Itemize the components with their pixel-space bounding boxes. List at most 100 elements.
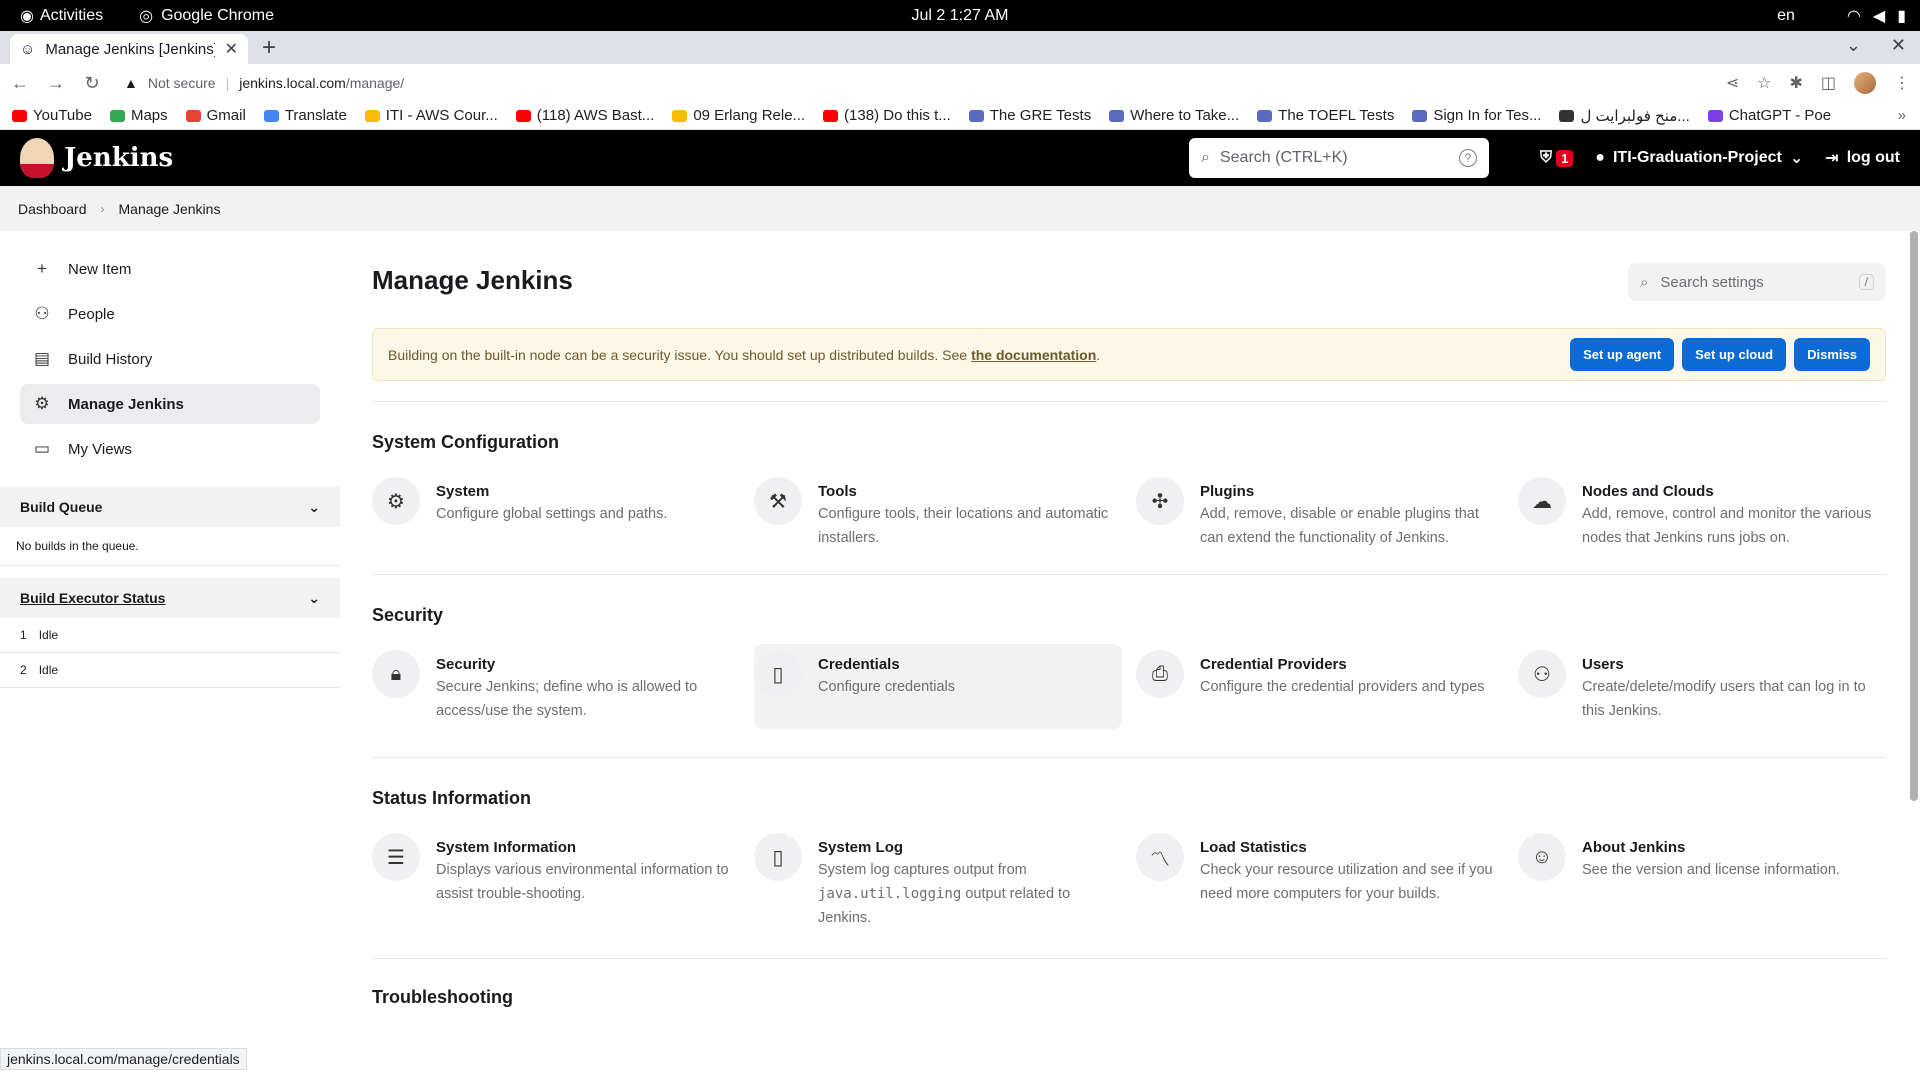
share-icon[interactable]: ⋖ xyxy=(1726,73,1739,93)
set-up-cloud-button[interactable]: Set up cloud xyxy=(1682,338,1787,371)
jenkins-butler-icon xyxy=(20,138,54,178)
breadcrumb-dashboard[interactable]: Dashboard xyxy=(18,201,87,217)
jenkins-logo[interactable]: Jenkins xyxy=(20,138,173,178)
alert-text: Building on the built-in node can be a s… xyxy=(388,346,968,363)
chevron-down-icon[interactable]: ⌄ xyxy=(308,590,320,607)
tab-search-icon[interactable]: ⌄ xyxy=(1846,35,1861,56)
bookmark-item[interactable]: Where to Take... xyxy=(1109,107,1239,124)
breadcrumb-manage-jenkins[interactable]: Manage Jenkins xyxy=(119,201,221,217)
card-credentials[interactable]: ▯ Credentials Configure credentials xyxy=(754,644,1122,729)
bookmark-favicon-icon xyxy=(515,109,531,122)
gnome-top-bar: ◉ Activities ◎ Google Chrome Jul 2 1:27 … xyxy=(0,0,1920,31)
bookmark-item[interactable]: ITI - AWS Cour... xyxy=(364,107,498,124)
card-credential-providers[interactable]: ⎙ Credential Providers Configure the cred… xyxy=(1136,644,1504,729)
volume-icon[interactable]: ◀ xyxy=(1873,6,1885,26)
sidebar-item-manage-jenkins[interactable]: ⚙ Manage Jenkins xyxy=(20,384,320,424)
bookmark-item[interactable]: Maps xyxy=(109,107,168,124)
card-users[interactable]: ⚇ Users Create/delete/modify users that c… xyxy=(1518,644,1886,729)
build-queue-empty: No builds in the queue. xyxy=(16,539,139,553)
documentation-link[interactable]: the documentation xyxy=(971,347,1096,363)
new-tab-button[interactable]: + xyxy=(262,34,276,62)
card-system-log[interactable]: ▯ System Log System log captures output … xyxy=(754,827,1122,936)
close-tab-icon[interactable]: ✕ xyxy=(225,39,238,59)
divider xyxy=(372,958,1886,959)
bookmark-item[interactable]: Translate xyxy=(263,107,347,124)
shortcut-key: / xyxy=(1858,274,1874,290)
card-load-statistics[interactable]: 〽 Load Statistics Check your resource uti… xyxy=(1136,827,1504,936)
system-configuration-grid: ⚙ System Configure global settings and pa… xyxy=(372,471,1886,556)
breadcrumb: Dashboard › Manage Jenkins xyxy=(0,186,1920,231)
settings-search-input[interactable]: ⌕ Search settings / xyxy=(1628,263,1886,301)
chrome-icon: ◎ xyxy=(139,7,154,25)
people-icon: ⚇ xyxy=(34,304,50,323)
jenkins-search-input[interactable]: ⌕ Search (CTRL+K) ? xyxy=(1189,138,1489,178)
separator: | xyxy=(225,75,230,91)
user-menu-button[interactable]: ● ITI-Graduation-Project ⌄ xyxy=(1595,148,1803,168)
card-system-information[interactable]: ☰ System Information Displays various env… xyxy=(372,827,740,936)
logout-button[interactable]: ⇥ log out xyxy=(1825,148,1900,168)
back-icon[interactable]: ← xyxy=(10,73,30,94)
extensions-icon[interactable]: ✱ xyxy=(1789,73,1802,93)
help-icon[interactable]: ? xyxy=(1459,149,1477,167)
chevron-down-icon[interactable]: ⌄ xyxy=(308,499,320,516)
card-plugins[interactable]: ✣ Plugins Add, remove, disable or enable … xyxy=(1136,471,1504,556)
bookmark-item[interactable]: Sign In for Tes... xyxy=(1412,107,1541,124)
card-security[interactable]: 🔒︎ Security Secure Jenkins; define who is… xyxy=(372,644,740,729)
chevron-down-icon: ⌄ xyxy=(1789,150,1804,167)
card-about-jenkins[interactable]: ☺ About Jenkins See the version and licen… xyxy=(1518,827,1886,936)
card-system[interactable]: ⚙ System Configure global settings and pa… xyxy=(372,471,740,556)
reload-icon[interactable]: ↻ xyxy=(82,73,102,94)
divider xyxy=(372,574,1886,575)
build-queue-header[interactable]: Build Queue ⌄ xyxy=(0,487,340,527)
executor-header[interactable]: Build Executor Status ⌄ xyxy=(0,578,340,618)
forward-icon[interactable]: → xyxy=(46,73,66,94)
security-grid: 🔒︎ Security Secure Jenkins; define who is… xyxy=(372,644,1886,729)
menu-kebab-icon[interactable]: ⋮ xyxy=(1894,73,1910,93)
clock[interactable]: Jul 2 1:27 AM xyxy=(912,7,1009,25)
bookmark-item[interactable]: (138) Do this t... xyxy=(823,107,951,124)
trend-icon: 〽 xyxy=(1136,833,1184,881)
page-scrollbar[interactable] xyxy=(1910,231,1918,801)
language-indicator[interactable]: en xyxy=(1777,7,1795,25)
dismiss-button[interactable]: Dismiss xyxy=(1794,338,1870,371)
wifi-icon[interactable]: ◠ xyxy=(1847,6,1861,26)
bookmark-favicon-icon xyxy=(263,109,279,122)
executor-row: 1 Idle xyxy=(0,618,340,653)
bookmark-item[interactable]: YouTube xyxy=(12,107,92,124)
executor-row: 2 Idle xyxy=(0,653,340,688)
more-bookmarks-icon[interactable]: » xyxy=(1898,107,1906,124)
battery-icon[interactable]: ▮ xyxy=(1897,6,1906,26)
sidebar-item-new-item[interactable]: + New Item xyxy=(20,249,320,289)
provider-icon: ⎙ xyxy=(1136,650,1184,698)
activities-button[interactable]: ◉ Activities xyxy=(0,6,103,26)
content: Manage Jenkins ⌕ Search settings / Build… xyxy=(340,231,1920,1070)
bookmark-item[interactable]: منح فولبرايت ل... xyxy=(1559,107,1690,125)
hammer-icon: ⚒ xyxy=(754,477,802,525)
set-up-agent-button[interactable]: Set up agent xyxy=(1570,338,1675,371)
bookmark-item[interactable]: Gmail xyxy=(185,107,246,124)
divider xyxy=(372,401,1886,402)
sidebar-item-build-history[interactable]: ▤ Build History xyxy=(20,339,320,379)
bookmark-item[interactable]: The GRE Tests xyxy=(968,107,1091,124)
bookmark-item[interactable]: ChatGPT - Poe xyxy=(1707,107,1831,124)
bookmark-star-icon[interactable]: ☆ xyxy=(1757,73,1771,93)
security-alerts-button[interactable]: ⛨ 1 xyxy=(1540,149,1574,167)
browser-tab[interactable]: ☺ Manage Jenkins [Jenkins] ✕ xyxy=(10,34,248,64)
side-panel-icon[interactable]: ◫ xyxy=(1821,73,1836,93)
logout-icon: ⇥ xyxy=(1825,150,1839,167)
bookmark-favicon-icon xyxy=(364,109,380,122)
security-label: Not secure xyxy=(147,75,216,91)
bookmark-item[interactable]: (118) AWS Bast... xyxy=(515,107,654,124)
sidebar-item-my-views[interactable]: ▭ My Views xyxy=(20,429,320,469)
bookmark-item[interactable]: 09 Erlang Rele... xyxy=(672,107,805,124)
address-bar[interactable]: ▲ Not secure | jenkins.local.com/manage/ xyxy=(118,68,1710,98)
card-tools[interactable]: ⚒ Tools Configure tools, their locations … xyxy=(754,471,1122,556)
gear-icon: ⚙ xyxy=(34,394,50,413)
close-window-icon[interactable]: ✕ xyxy=(1891,35,1906,56)
card-nodes-and-clouds[interactable]: ☁ Nodes and Clouds Add, remove, control a… xyxy=(1518,471,1886,556)
profile-avatar[interactable] xyxy=(1854,72,1876,94)
bookmark-item[interactable]: The TOEFL Tests xyxy=(1257,107,1394,124)
bookmark-favicon-icon xyxy=(1412,109,1428,122)
app-menu[interactable]: ◎ Google Chrome xyxy=(139,6,274,26)
sidebar-item-people[interactable]: ⚇ People xyxy=(20,294,320,334)
